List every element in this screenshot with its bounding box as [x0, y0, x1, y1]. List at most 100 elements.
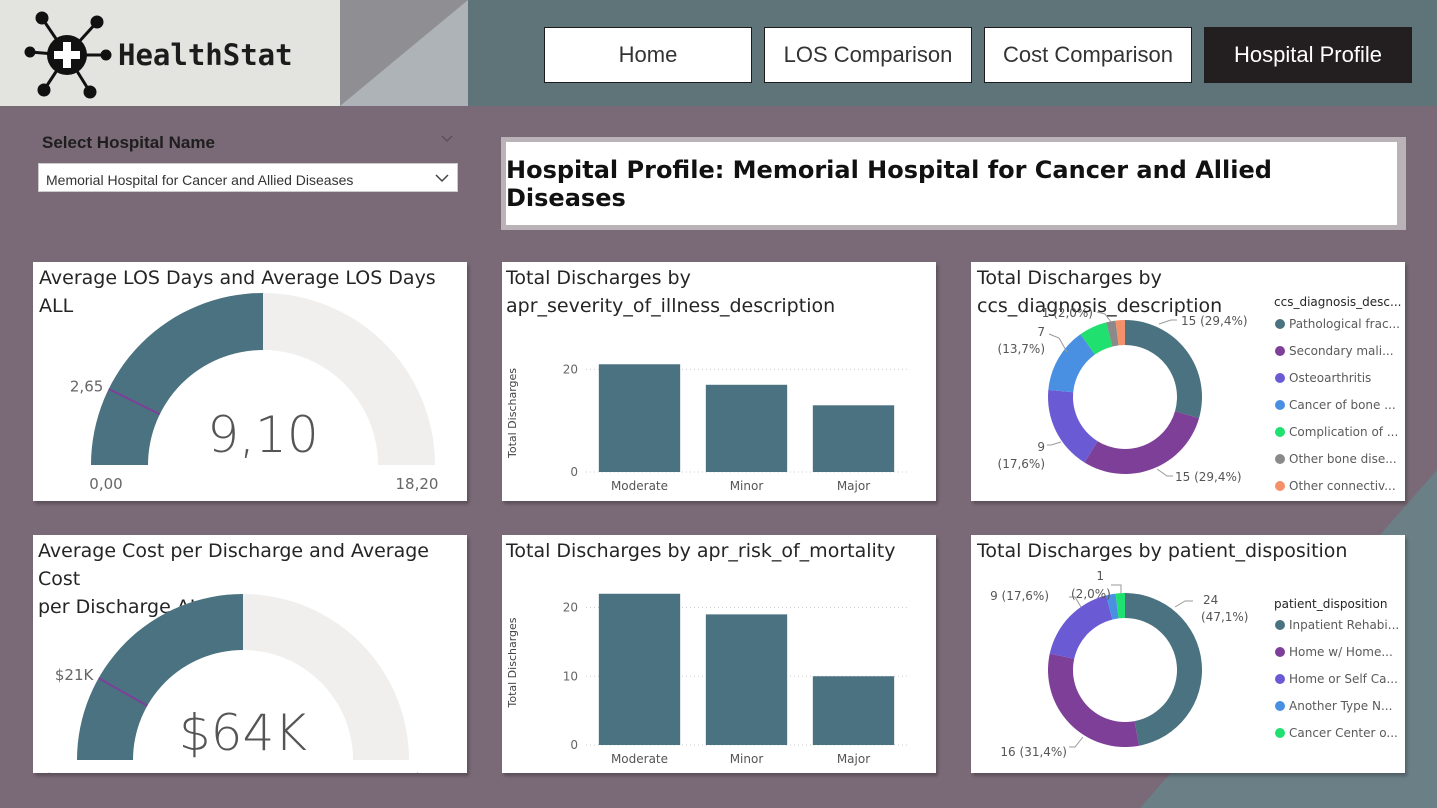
y-tick-label: 20	[563, 601, 578, 615]
y-tick-label: 0	[570, 738, 578, 752]
data-label: 24	[1203, 593, 1218, 607]
legend-dot-icon	[1275, 620, 1285, 630]
legend-item[interactable]: Home w/ Home...	[1275, 645, 1393, 659]
data-label: (47,1%)	[1201, 610, 1248, 624]
gauge-min-label: 0,00	[89, 475, 122, 493]
donut-slice	[1048, 653, 1140, 747]
x-tick-label: Minor	[730, 479, 764, 493]
leader-line	[1111, 584, 1122, 593]
leader-line	[1048, 333, 1068, 353]
los-gauge: 2,65 9,10 0,00 18,20	[70, 293, 439, 493]
legend-label: Other bone dise...	[1289, 452, 1397, 466]
page-title: Hospital Profile: Memorial Hospital for …	[506, 142, 1397, 225]
legend-dot-icon	[1275, 728, 1285, 738]
legend-item[interactable]: Complication of ...	[1275, 425, 1398, 439]
logo-area: HealthStat	[0, 0, 468, 106]
data-label: 1 (2,0%)	[1042, 306, 1093, 320]
nav-home-button[interactable]: Home	[544, 27, 752, 83]
bar-major	[812, 405, 895, 472]
legend-dot-icon	[1275, 319, 1285, 329]
legend-dot-icon	[1275, 373, 1285, 383]
donut-slice	[1125, 593, 1202, 746]
legend-dot-icon	[1275, 400, 1285, 410]
los-gauge-card[interactable]: Average LOS Days and Average LOS Days AL…	[33, 262, 467, 501]
donut-slice	[1125, 320, 1202, 419]
header-bar: HealthStat Home LOS Comparison Cost Comp…	[0, 0, 1437, 106]
legend-item[interactable]: Other bone dise...	[1275, 452, 1397, 466]
legend-item[interactable]: Pathological frac...	[1275, 317, 1400, 331]
nav-hospital-profile-button[interactable]: Hospital Profile	[1204, 27, 1412, 83]
cost-gauge: $21K $64K $0K $128K	[45, 594, 462, 773]
x-tick-label: Major	[837, 479, 870, 493]
gauge-target-label: 2,65	[70, 377, 103, 395]
healthstat-logo-icon	[24, 11, 112, 99]
leader-line	[1174, 600, 1193, 608]
data-label: 9	[1037, 440, 1045, 454]
bar-minor	[705, 614, 788, 745]
y-axis-label: Total Discharges	[506, 368, 519, 459]
legend-label: Complication of ...	[1289, 425, 1399, 439]
legend-label: Secondary mali...	[1289, 344, 1394, 358]
legend-dot-icon	[1275, 427, 1285, 437]
gauge-value-label: 9,10	[207, 406, 318, 464]
data-label: (2,0%)	[1071, 587, 1111, 601]
x-tick-label: Moderate	[611, 752, 668, 766]
legend-item[interactable]: Another Type N...	[1275, 699, 1392, 713]
y-tick-label: 0	[570, 465, 578, 479]
page-title-card: Hospital Profile: Memorial Hospital for …	[501, 137, 1406, 230]
data-label: 7	[1037, 325, 1045, 339]
legend-label: Home or Self Ca...	[1289, 672, 1398, 686]
bar-moderate	[598, 364, 681, 472]
chevron-down-icon	[435, 174, 449, 183]
bar-major	[812, 676, 895, 745]
legend-item[interactable]: Osteoarthritis	[1275, 371, 1371, 385]
legend-label: Home w/ Home...	[1289, 645, 1393, 659]
disposition-chart-card[interactable]: Total Discharges by patient_disposition …	[971, 535, 1405, 773]
legend-label: Inpatient Rehabi...	[1289, 618, 1400, 632]
data-label: 15 (29,4%)	[1175, 470, 1242, 484]
legend-dot-icon	[1275, 481, 1285, 491]
legend-dot-icon	[1275, 346, 1285, 356]
gauge-min-label: $0K	[45, 770, 75, 773]
leader-line	[1069, 736, 1084, 748]
cost-gauge-card[interactable]: Average Cost per Discharge and Average C…	[33, 535, 467, 773]
gauge-max-label: $128K	[413, 770, 462, 773]
nav-cost-comparison-button[interactable]: Cost Comparison	[984, 27, 1192, 83]
legend-item[interactable]: Secondary mali...	[1275, 344, 1394, 358]
diagnosis-chart-card[interactable]: Total Discharges by ccs_diagnosis_descri…	[971, 262, 1405, 501]
mortality-chart-card[interactable]: Total Discharges by apr_risk_of_mortalit…	[502, 535, 936, 773]
severity-chart-card[interactable]: Total Discharges by apr_severity_of_illn…	[502, 262, 936, 501]
x-tick-label: Moderate	[611, 479, 668, 493]
leader-line	[1047, 441, 1062, 446]
hospital-select-dropdown[interactable]: Memorial Hospital for Cancer and Allied …	[38, 163, 458, 192]
legend-item[interactable]: Cancer of bone ...	[1275, 398, 1396, 412]
gauge-max-label: 18,20	[396, 475, 439, 493]
data-label: (13,7%)	[998, 342, 1045, 356]
legend-label: Cancer of bone ...	[1289, 398, 1396, 412]
legend-dot-icon	[1275, 647, 1285, 657]
data-label: 15 (29,4%)	[1181, 314, 1248, 328]
app-logo-text: HealthStat	[118, 38, 293, 72]
legend-item[interactable]: Cancer Center o...	[1275, 726, 1398, 740]
nav-los-comparison-button[interactable]: LOS Comparison	[764, 27, 972, 83]
data-label: (17,6%)	[998, 457, 1045, 471]
bar-moderate	[598, 593, 681, 745]
legend-item[interactable]: Inpatient Rehabi...	[1275, 618, 1399, 632]
mortality-bar-chart: 0 10 20 Total Discharges Moderate Minor Major	[506, 593, 907, 766]
gauge-value-label: $64K	[179, 704, 307, 762]
legend-item[interactable]: Home or Self Ca...	[1275, 672, 1398, 686]
severity-bar-chart: 0 20 Total Discharges Moderate Minor Major	[506, 362, 907, 493]
leader-line	[1156, 468, 1173, 477]
legend-dot-icon	[1275, 701, 1285, 711]
donut-slice	[1048, 389, 1098, 463]
donut-slice	[1084, 411, 1200, 474]
chevron-down-icon[interactable]	[441, 135, 453, 143]
x-tick-label: Major	[837, 752, 870, 766]
legend-label: Other connectiv...	[1289, 479, 1396, 493]
legend-label: Cancer Center o...	[1289, 726, 1398, 740]
donut-slice	[1049, 595, 1113, 659]
data-label: 1	[1096, 569, 1104, 583]
legend-label: Osteoarthritis	[1289, 371, 1372, 385]
leader-line	[1096, 311, 1112, 323]
legend-item[interactable]: Other connectiv...	[1275, 479, 1396, 493]
